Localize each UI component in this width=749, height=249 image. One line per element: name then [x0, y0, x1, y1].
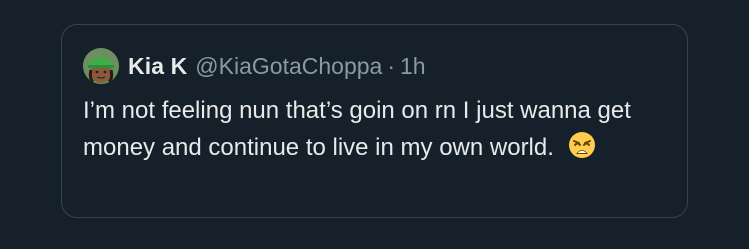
quoted-tweet-card[interactable]: Kia K @KiaGotaChoppa · 1h I’m not feelin… — [61, 24, 688, 218]
separator-dot: · — [387, 52, 395, 79]
weary-face-emoji-icon — [568, 131, 596, 159]
avatar-image — [83, 48, 119, 84]
author-handle[interactable]: @KiaGotaChoppa — [195, 53, 382, 80]
timeline-background: Kia K @KiaGotaChoppa · 1h I’m not feelin… — [0, 0, 749, 249]
tweet-header: Kia K @KiaGotaChoppa · 1h — [83, 47, 666, 85]
author-display-name[interactable]: Kia K — [128, 53, 187, 80]
avatar[interactable] — [83, 48, 119, 84]
tweet-text-container: I’m not feeling nun that’s goin on rn I … — [83, 92, 643, 166]
tweet-text: I’m not feeling nun that’s goin on rn I … — [83, 97, 631, 161]
tweet-timestamp[interactable]: 1h — [400, 53, 426, 80]
